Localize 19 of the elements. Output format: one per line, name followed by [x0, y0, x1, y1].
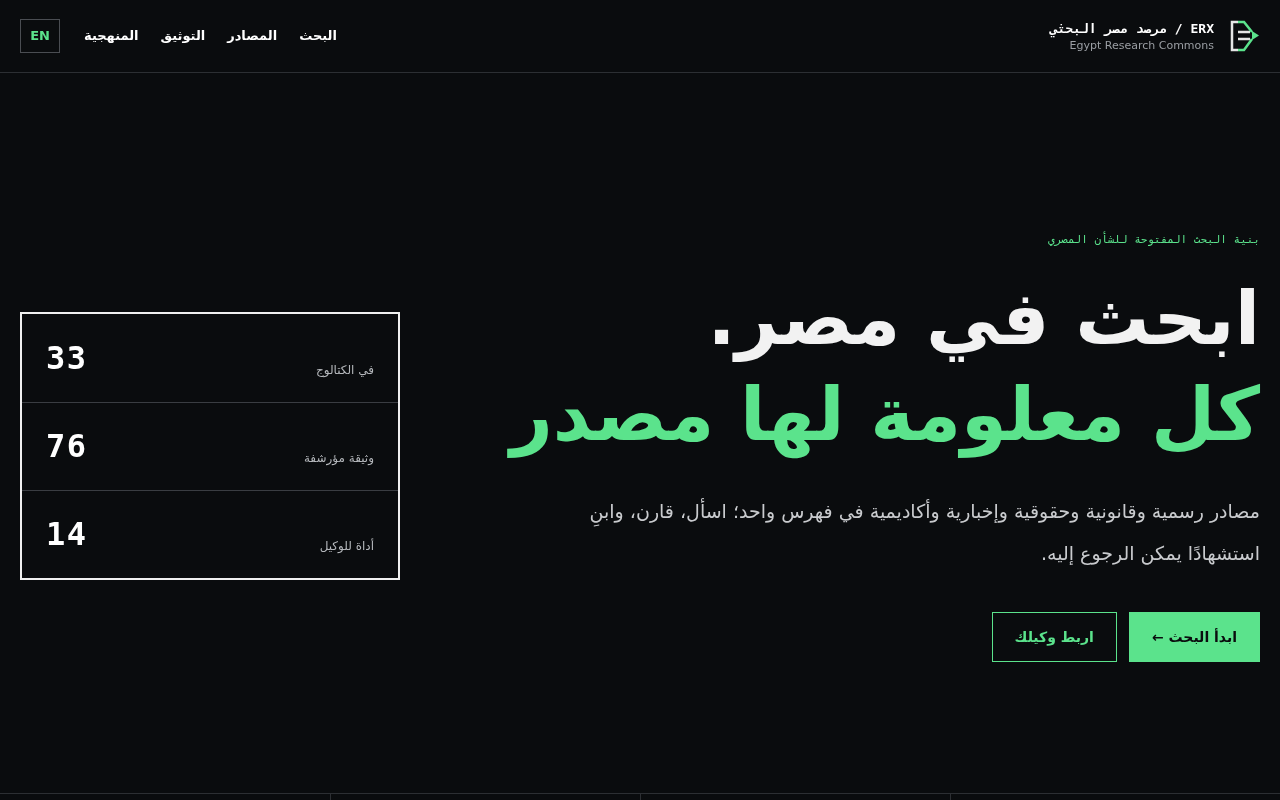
- stat-label: وثيقة مؤرشفة: [303, 450, 374, 467]
- site-subtitle: Egypt Research Commons: [1069, 38, 1214, 53]
- stat-label: أداة للوكيل: [319, 537, 374, 555]
- eyebrow-text: بنية البحث المفتوحة للشأن المصري: [1048, 231, 1260, 248]
- start-search-button[interactable]: ابدأ البحث ←: [1128, 612, 1260, 663]
- headline: ابحث في مصر.: [707, 274, 1260, 364]
- site-title: ERX / مرصد مصر البحثي: [1049, 19, 1214, 38]
- nav-link[interactable]: المصادر: [227, 26, 278, 46]
- nav-link[interactable]: البحث: [299, 26, 337, 46]
- stat-value: 14: [46, 514, 88, 555]
- nav-link[interactable]: التوثيق: [160, 26, 206, 46]
- stat-value: 76: [46, 426, 88, 467]
- stat-label: في الكتالوج: [315, 361, 374, 379]
- hero-description: مصادر رسمية وقانونية وحقوقية وإخبارية وأكاديمية في فهرس واحد؛ اسأل، قارن، وابنِ استشهادًا يمكن الرجوع إليه.: [588, 497, 1260, 567]
- stat-value: 33: [46, 337, 88, 379]
- nav-link[interactable]: المنهجية: [84, 26, 139, 46]
- connect-agent-button[interactable]: اربط وكيلك: [991, 612, 1117, 663]
- logo-icon: [1230, 20, 1260, 52]
- language-button[interactable]: EN: [20, 19, 60, 53]
